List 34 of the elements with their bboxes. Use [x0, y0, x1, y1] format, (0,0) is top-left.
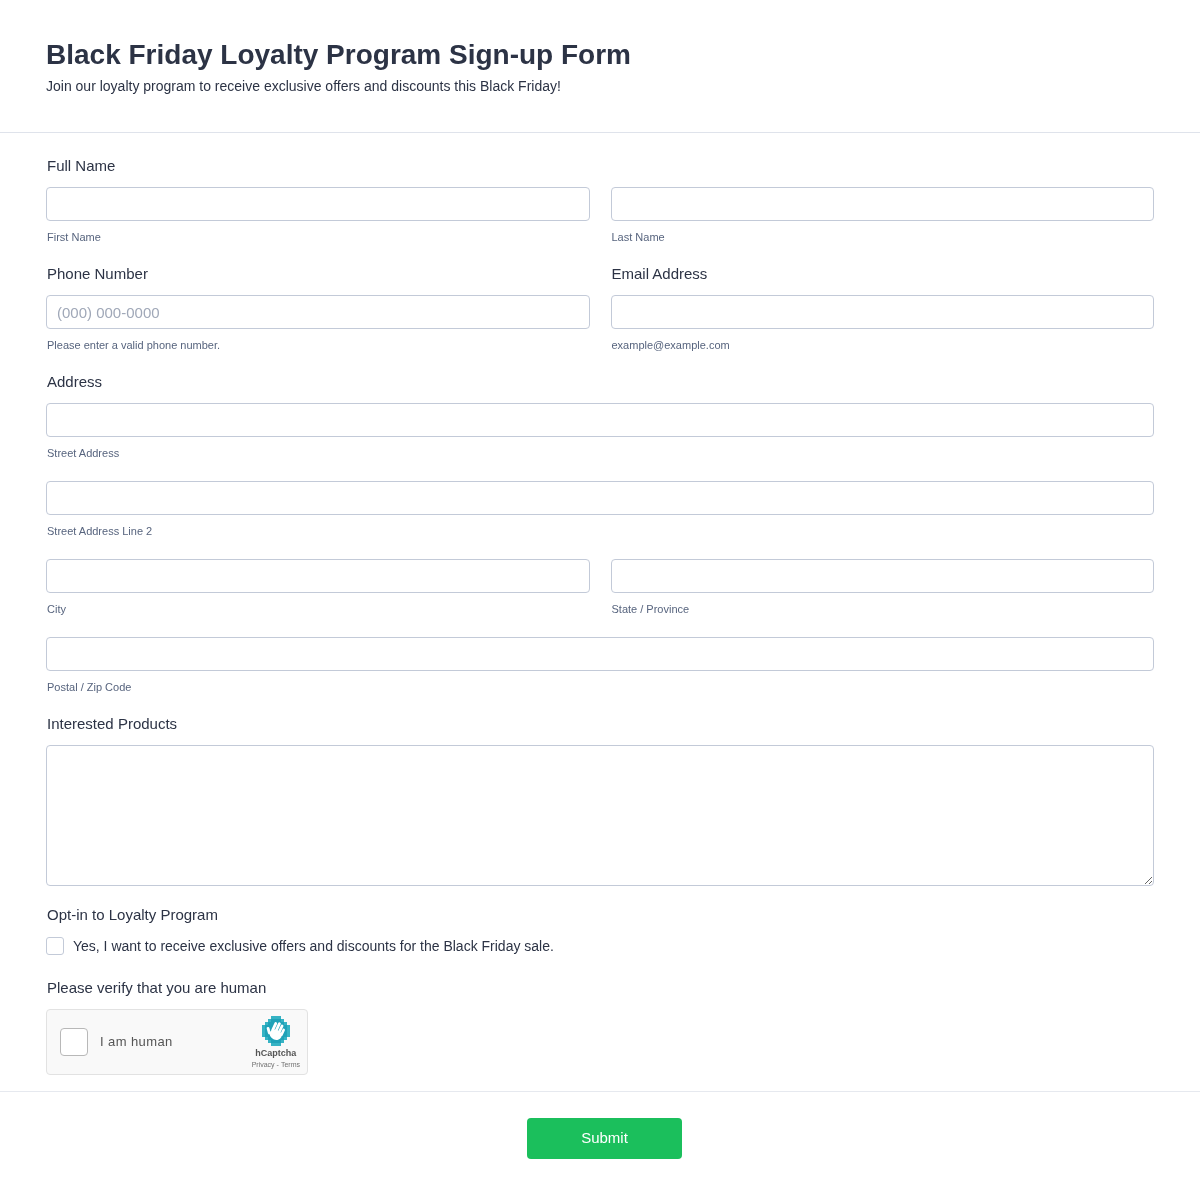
- field-label: Opt-in to Loyalty Program: [47, 905, 218, 925]
- field-sublabel: Last Name: [611, 230, 665, 245]
- field-sublabel: City: [47, 602, 66, 617]
- field-label: Full Name: [47, 156, 116, 176]
- field-label: Interested Products: [47, 714, 178, 734]
- field-sublabel: Street Address Line 2: [47, 524, 153, 539]
- text-input[interactable]: [610, 295, 1154, 329]
- text-input[interactable]: [46, 187, 590, 221]
- form-description: Join our loyalty program to receive exclusive offers and discounts this Black Friday!: [46, 77, 561, 96]
- captcha-brand: hCaptcha: [255, 1047, 297, 1059]
- field-label: Address: [47, 372, 103, 392]
- field-label: Email Address: [611, 264, 708, 284]
- text-input[interactable]: (000) 000-0000: [46, 295, 590, 329]
- captcha-checkbox[interactable]: [60, 1028, 88, 1056]
- text-input[interactable]: [46, 403, 1154, 437]
- checkbox[interactable]: [46, 937, 64, 955]
- text-input[interactable]: [610, 559, 1154, 593]
- field-label: Please verify that you are human: [47, 978, 267, 998]
- checkbox-label[interactable]: Yes, I want to receive exclusive offers and discounts for the Black Friday sale.: [73, 936, 554, 956]
- field-sublabel: Postal / Zip Code: [47, 680, 132, 695]
- text-input[interactable]: [610, 187, 1154, 221]
- field-sublabel: State / Province: [611, 602, 690, 617]
- field-sublabel: Please enter a valid phone number.: [47, 338, 221, 353]
- field-label: Phone Number: [47, 264, 148, 284]
- field-sublabel: example@example.com: [611, 338, 730, 353]
- form-title: Black Friday Loyalty Program Sign-up Form: [46, 38, 631, 72]
- hand-badge-icon: [261, 1015, 290, 1046]
- text-area[interactable]: [46, 745, 1154, 886]
- text-input[interactable]: [46, 559, 590, 593]
- text-input[interactable]: [46, 637, 1154, 671]
- captcha-label: I am human: [100, 1033, 173, 1051]
- field-sublabel: First Name: [47, 230, 101, 245]
- field-sublabel: Street Address: [47, 446, 120, 461]
- text-input[interactable]: [46, 481, 1154, 515]
